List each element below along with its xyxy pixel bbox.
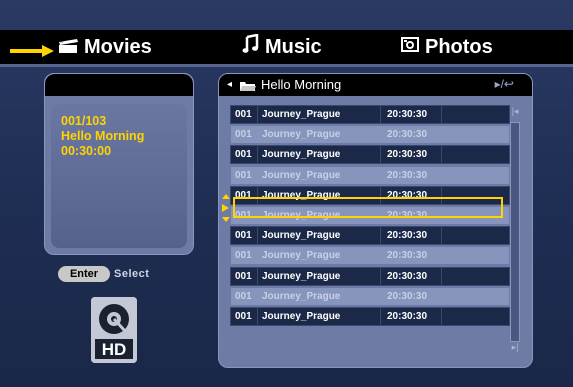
row-name: Journey_Prague [262,290,341,302]
row-number: 001 [230,266,258,286]
enter-key-hint: Enter [58,266,110,282]
info-duration: 00:30:00 [61,144,112,158]
folder-title: Hello Morning [261,77,342,92]
table-row[interactable]: 001 Journey_Prague 20:30:30 [231,247,509,265]
table-row[interactable]: 001 Journey_Prague 20:30:30 [230,105,510,124]
row-number: 001 [230,105,258,124]
screen: Movies Music Photos 001/103 Hello Mornin… [0,0,573,387]
row-number: 001 [235,290,252,302]
playlist-header: ◂ Hello Morning ▸/↩ [219,74,532,96]
info-index: 001/103 [61,114,107,128]
menu-photos-label: Photos [425,35,493,58]
row-name: Journey_Prague [257,307,381,326]
camera-icon [400,35,420,59]
menu-movies[interactable]: Movies [57,30,152,64]
row-extra [441,266,510,286]
row-time: 20:30:30 [387,169,428,181]
table-row[interactable]: 001 Journey_Prague 20:30:30 [230,307,510,326]
row-name: Journey_Prague [257,226,381,246]
nav-hint: ▸/↩ [494,77,514,91]
row-time: 20:30:30 [380,145,442,165]
row-extra [441,145,510,165]
row-name: Journey_Prague [257,105,381,124]
scrollbar[interactable]: |◂ ▸| [510,106,520,356]
row-time: 20:30:30 [387,250,428,262]
row-extra [442,167,509,184]
top-menu-bar: Movies Music Photos [0,30,573,64]
row-name: Journey_Prague [262,129,341,141]
playlist-panel: ◂ Hello Morning ▸/↩ 001 Journey_Prague 20:… [218,73,533,368]
menu-photos[interactable]: Photos [400,30,493,64]
row-time: 20:30:30 [387,290,428,302]
row-number: 001 [235,129,252,141]
info-panel-header [45,74,193,96]
row-time: 20:30:30 [380,307,442,326]
selection-highlight [233,197,503,218]
table-row[interactable]: 001 Journey_Prague 20:30:30 [230,145,510,165]
row-time: 20:30:30 [380,105,442,124]
selection-left-arrows-icon [222,194,230,222]
row-extra [442,126,509,143]
clapperboard-icon [57,34,79,60]
row-name: Journey_Prague [257,145,381,165]
table-row[interactable]: 001 Journey_Prague 20:30:30 [230,226,510,246]
hard-drive-icon[interactable]: HD [91,297,137,363]
row-extra [441,105,510,124]
row-extra [441,226,510,246]
back-arrow-icon[interactable]: ◂ [227,79,232,90]
info-title: Hello Morning [61,129,145,143]
info-panel: 001/103 Hello Morning 00:30:00 [44,73,194,255]
row-extra [441,307,510,326]
menu-music[interactable]: Music [242,30,322,64]
svg-text:HD: HD [102,340,127,359]
selection-arrow-icon [10,45,54,57]
scroll-bottom-icon[interactable]: ▸| [510,342,520,356]
row-name: Journey_Prague [257,266,381,286]
row-time: 20:30:30 [380,226,442,246]
table-row[interactable]: 001 Journey_Prague 20:30:30 [230,266,510,286]
music-note-icon [242,33,260,60]
row-number: 001 [230,145,258,165]
table-row[interactable]: 001 Journey_Prague 20:30:30 [231,287,509,305]
select-label: Select [114,268,150,280]
topbar-divider [0,64,573,67]
row-time: 20:30:30 [380,266,442,286]
row-name: Journey_Prague [262,169,341,181]
table-row[interactable]: 001 Journey_Prague 20:30:30 [231,126,509,144]
row-name: Journey_Prague [262,250,341,262]
row-time: 20:30:30 [387,129,428,141]
table-row[interactable]: 001 Journey_Prague 20:30:30 [231,166,509,184]
row-number: 001 [235,250,252,262]
menu-movies-label: Movies [84,35,152,58]
scroll-top-icon[interactable]: |◂ [510,106,520,120]
row-extra [442,247,509,264]
folder-icon [239,79,257,97]
row-extra [442,288,509,305]
scroll-track[interactable] [510,122,520,342]
row-number: 001 [235,169,252,181]
row-number: 001 [230,307,258,326]
row-number: 001 [230,226,258,246]
menu-music-label: Music [265,35,322,58]
